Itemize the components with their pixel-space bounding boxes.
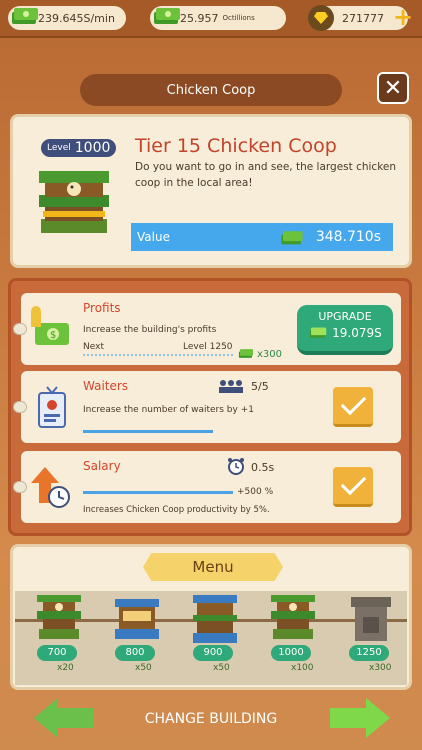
- gem-icon: [308, 5, 334, 31]
- upgrade-button[interactable]: UPGRADE 19.079S: [297, 305, 393, 355]
- blue-stall-icon: [193, 595, 237, 643]
- salary-bonus: +500 %: [237, 487, 274, 497]
- cash-stack-icon: [12, 8, 38, 24]
- cash-stack-icon: [310, 327, 327, 338]
- dialog-title: Chicken Coop: [80, 74, 342, 106]
- salary-row: Salary 0.5s +500 % Increases Chicken Coo…: [13, 451, 401, 523]
- value-label: Value: [137, 230, 170, 244]
- tier-title: Tier 15 Chicken Coop: [135, 135, 337, 157]
- upgrade-cost-value: 19.079S: [332, 326, 382, 340]
- menu-item-price: 700: [37, 645, 77, 661]
- chicken-coop-icon: [39, 171, 109, 233]
- menu-item-price: 800: [115, 645, 155, 661]
- gem-count: 271777: [342, 11, 384, 25]
- profits-row: $ Profits Increase the building's profit…: [13, 293, 401, 365]
- menu-item-chicken-coop[interactable]: 700 x20: [23, 591, 93, 685]
- waiters-maxed-checkbox[interactable]: [333, 387, 373, 427]
- cash-stack-icon: [281, 231, 303, 245]
- menu-title: Menu: [192, 558, 234, 576]
- gems-pill: 271777 +: [308, 5, 413, 31]
- salary-title: Salary: [83, 459, 121, 473]
- building-menu-strip: 700 x20 800 x50 900 x50 1000 x100 1250 x…: [15, 591, 407, 685]
- menu-item-green-coop[interactable]: 1000 x100: [257, 591, 327, 685]
- building-description: Do you want to go in and see, the larges…: [135, 161, 397, 189]
- cash-stack-icon: [154, 8, 180, 24]
- level-badge: Level 1000: [41, 139, 117, 157]
- rope-knot: [13, 401, 27, 413]
- people-icon: [219, 380, 243, 393]
- menu-item-blue-shop[interactable]: 800 x50: [101, 591, 171, 685]
- salary-maxed-checkbox[interactable]: [333, 467, 373, 507]
- blue-shop-icon: [115, 599, 159, 639]
- rope-knot: [13, 481, 27, 493]
- cash-stack-icon: [238, 349, 254, 358]
- speed-arrow-icon: [31, 467, 70, 508]
- salary-time: 0.5s: [251, 461, 275, 474]
- alarm-clock-icon: [228, 458, 244, 475]
- menu-item-multiplier: x50: [135, 663, 152, 673]
- profits-thumb-icon: $: [31, 306, 69, 345]
- cash-amount: 25.957: [180, 11, 219, 25]
- menu-item-multiplier: x20: [57, 663, 74, 673]
- menu-item-blue-stall[interactable]: 900 x50: [179, 591, 249, 685]
- menu-section: Menu 700 x20 800 x50 900 x50 1000 x100 1…: [10, 544, 412, 690]
- waiters-progress: [83, 430, 213, 433]
- waiters-row: Waiters 5/5 Increase the number of waite…: [13, 371, 401, 443]
- rope-knot: [13, 323, 27, 335]
- waiters-title: Waiters: [83, 379, 129, 393]
- menu-item-multiplier: x300: [369, 663, 392, 673]
- menu-header: Menu: [143, 553, 283, 581]
- menu-item-price: 900: [193, 645, 233, 661]
- waiters-desc: Increase the number of waiters by +1: [83, 405, 254, 415]
- menu-item-multiplier: x50: [213, 663, 230, 673]
- resource-bar: 239.645S/min 25.957 Octillions 271777 +: [0, 0, 422, 38]
- value-amount: 348.710s: [315, 229, 381, 245]
- close-button[interactable]: ✕: [377, 72, 409, 104]
- svg-text:$: $: [50, 330, 56, 341]
- locked-building-icon: [351, 597, 391, 641]
- change-building-label: CHANGE BUILDING: [144, 711, 278, 727]
- menu-item-price: 1250: [349, 645, 389, 661]
- menu-item-locked[interactable]: 1250 x300: [335, 591, 405, 685]
- profits-desc: Increase the building's profits: [83, 325, 217, 335]
- building-info-card: Level 1000 Tier 15 Chicken Coop Do you w…: [10, 114, 412, 268]
- profits-next-level: Level 1250: [183, 342, 233, 352]
- level-value: 1000: [74, 140, 111, 156]
- upgrades-panel: $ Profits Increase the building's profit…: [8, 278, 412, 536]
- profits-progress: [83, 354, 233, 356]
- salary-progress: [83, 491, 233, 494]
- id-badge-icon: [38, 386, 66, 428]
- menu-item-multiplier: x100: [291, 663, 314, 673]
- value-bar: Value 348.710s: [131, 223, 393, 251]
- profits-next-label: Next: [83, 342, 104, 352]
- income-rate: 239.645S/min: [38, 11, 115, 25]
- upgrade-cost: 19.079S: [297, 325, 393, 340]
- cash-pill: 25.957 Octillions: [150, 6, 286, 30]
- previous-building-arrow[interactable]: [34, 698, 94, 738]
- dialog-title-text: Chicken Coop: [166, 82, 256, 98]
- menu-item-price: 1000: [271, 645, 311, 661]
- profits-title: Profits: [83, 301, 121, 315]
- close-icon: ✕: [383, 75, 403, 101]
- profits-bonus: x300: [257, 349, 283, 360]
- add-gems-button[interactable]: +: [392, 5, 414, 29]
- chicken-coop-icon: [271, 595, 315, 639]
- salary-desc: Increases Chicken Coop productivity by 5…: [83, 505, 270, 515]
- chicken-coop-icon: [37, 595, 81, 639]
- next-building-arrow[interactable]: [330, 698, 390, 738]
- upgrade-label: UPGRADE: [318, 310, 372, 323]
- level-label: Level: [47, 143, 71, 153]
- waiters-count: 5/5: [251, 380, 269, 393]
- cash-unit: Octillions: [222, 14, 255, 22]
- income-pill: 239.645S/min: [8, 6, 126, 30]
